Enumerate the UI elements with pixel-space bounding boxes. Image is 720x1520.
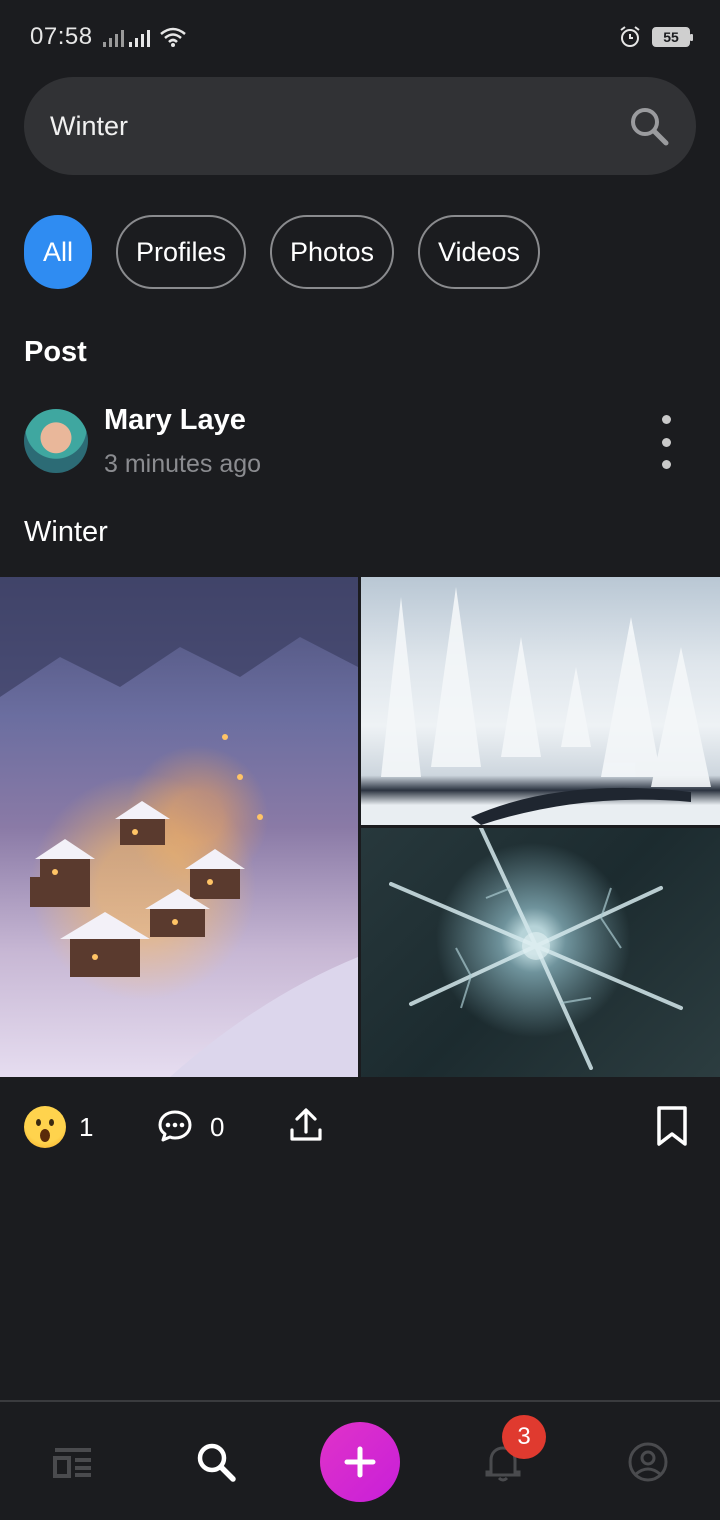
profile-icon[interactable] <box>626 1440 670 1484</box>
avatar[interactable] <box>24 409 88 473</box>
post-image-snowflake[interactable] <box>361 828 720 1077</box>
status-time: 07:58 <box>30 23 93 50</box>
share-icon[interactable] <box>288 1106 324 1144</box>
filter-chip-videos[interactable]: Videos <box>418 215 540 289</box>
reaction-count: 1 <box>79 1112 94 1142</box>
battery-indicator: 55 <box>652 27 693 47</box>
alarm-icon <box>620 26 640 47</box>
filter-chip-photos[interactable]: Photos <box>270 215 394 289</box>
section-title: Post <box>24 336 87 368</box>
status-bar: 07:58 55 <box>0 0 720 74</box>
wifi-icon <box>159 27 186 47</box>
more-options-icon[interactable] <box>650 415 682 469</box>
post-image-village[interactable] <box>0 577 358 1077</box>
signal-icon <box>102 30 150 47</box>
post-text: Winter <box>24 516 108 548</box>
search-icon[interactable] <box>628 105 670 147</box>
comment-icon[interactable] <box>157 1108 193 1144</box>
filter-chips: All Profiles Photos Videos <box>24 215 540 289</box>
bottom-navigation: 3 <box>0 1400 720 1520</box>
post-author-name[interactable]: Mary Laye <box>104 404 246 437</box>
feed-icon[interactable] <box>51 1440 95 1484</box>
notification-badge: 3 <box>502 1415 546 1459</box>
surprised-reaction-icon[interactable] <box>24 1106 66 1148</box>
search-nav-icon[interactable] <box>194 1440 238 1484</box>
filter-chip-profiles[interactable]: Profiles <box>116 215 246 289</box>
search-input[interactable] <box>50 110 590 142</box>
plus-icon <box>344 1446 376 1478</box>
add-post-button[interactable] <box>320 1422 400 1502</box>
post-actions: 1 0 <box>24 1104 696 1150</box>
filter-chip-all[interactable]: All <box>24 215 92 289</box>
post-image-forest[interactable] <box>361 577 720 825</box>
search-bar[interactable] <box>24 77 696 175</box>
comment-count: 0 <box>210 1112 225 1142</box>
post-timestamp: 3 minutes ago <box>104 450 262 478</box>
bookmark-icon[interactable] <box>654 1104 690 1148</box>
